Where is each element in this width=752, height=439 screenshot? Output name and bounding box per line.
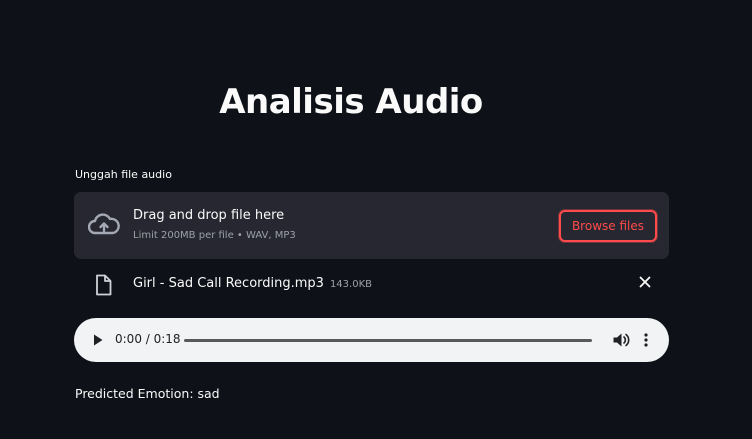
browse-files-button[interactable]: Browse files <box>558 210 657 242</box>
file-dropzone[interactable]: Drag and drop file here Limit 200MB per … <box>74 192 669 259</box>
play-icon[interactable] <box>92 333 104 347</box>
uploaded-file-name: Girl - Sad Call Recording.mp3 143.0KB <box>133 276 372 291</box>
audio-player[interactable]: 0:00 / 0:18 <box>74 318 669 362</box>
volume-icon[interactable] <box>612 332 630 348</box>
uploader-label: Unggah file audio <box>75 168 172 181</box>
cloud-upload-icon <box>88 213 120 235</box>
file-size: 143.0KB <box>329 279 372 290</box>
file-icon <box>96 274 112 296</box>
close-icon[interactable] <box>637 274 653 290</box>
uploaded-file-row: Girl - Sad Call Recording.mp3 143.0KB <box>74 270 669 300</box>
page-title: Analisis Audio <box>219 82 483 122</box>
playback-time: 0:00 / 0:18 <box>115 332 181 346</box>
more-options-icon[interactable] <box>642 332 650 348</box>
dropzone-title: Drag and drop file here <box>133 208 285 223</box>
file-name-text: Girl - Sad Call Recording.mp3 <box>133 276 324 291</box>
dropzone-limit-text: Limit 200MB per file • WAV, MP3 <box>133 230 296 241</box>
seek-bar[interactable] <box>184 339 592 342</box>
predicted-emotion-text: Predicted Emotion: sad <box>75 386 220 401</box>
